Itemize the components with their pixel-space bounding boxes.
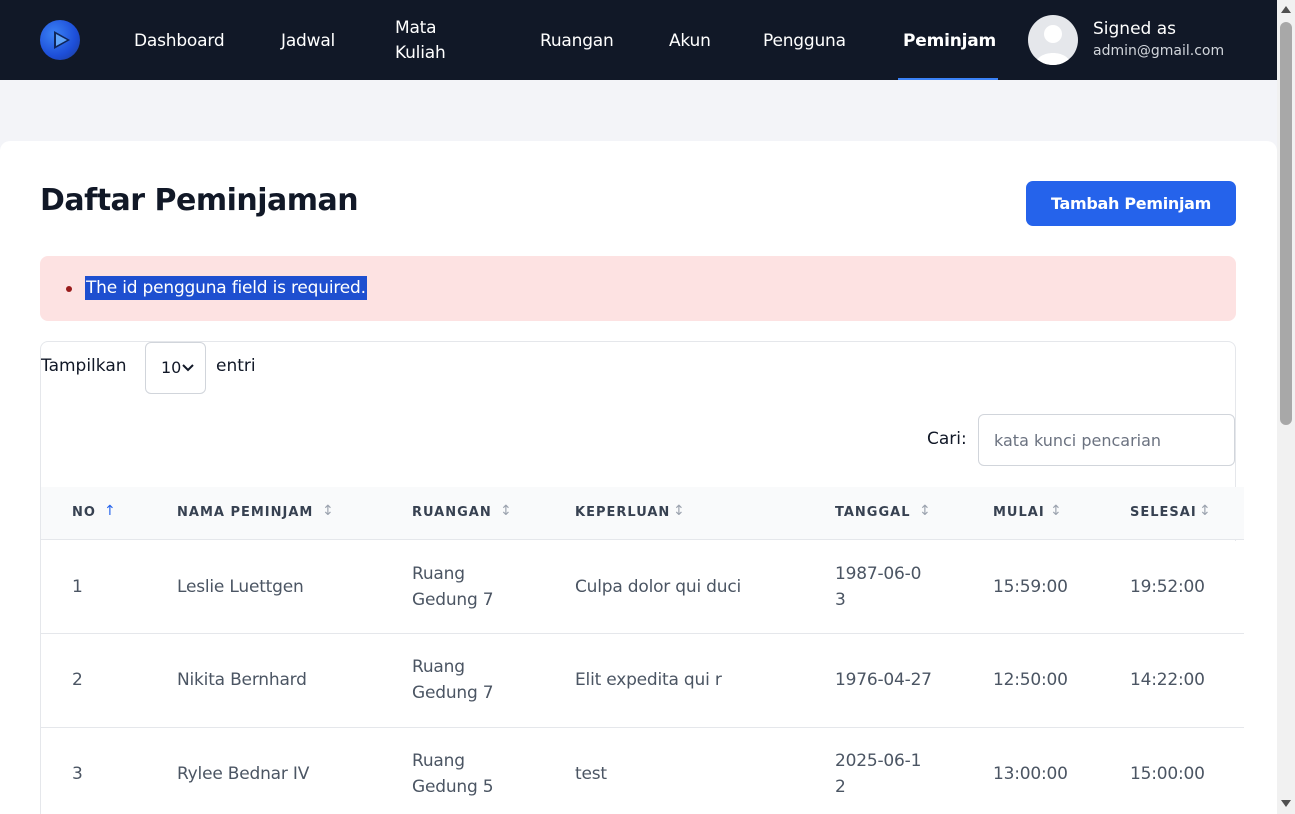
entries-label: entri [216,356,256,376]
cell-no: 3 [72,764,83,784]
signed-in-email: admin@gmail.com [1093,43,1225,59]
column-header-keperluan[interactable]: KEPERLUAN [575,505,670,520]
cell-ruangan: Ruang Gedung 5 [412,751,494,797]
signed-as-label: Signed as [1093,19,1177,39]
nav-link-mata-kuliah[interactable]: Mata Kuliah [395,16,465,66]
cell-tanggal: 2025-06-12 [835,751,922,797]
cell-ruangan: Ruang Gedung 7 [412,657,494,703]
sort-arrows-icon[interactable]: ↕ [322,503,334,519]
cell-mulai: 12:50:00 [993,670,1068,690]
nav-link-jadwal[interactable]: Jadwal [281,29,335,53]
scrollbar-thumb[interactable] [1280,22,1292,425]
page-scrollbar[interactable] [1277,0,1295,814]
sort-arrows-icon[interactable]: ↕ [1199,503,1211,519]
cell-keperluan: Culpa dolor qui duci [575,577,742,597]
alert-message: The id pengguna field is required. [85,276,367,300]
error-alert: The id pengguna field is required. [40,256,1236,321]
nav-link-dashboard[interactable]: Dashboard [134,29,225,53]
cell-nama: Nikita Bernhard [177,670,307,690]
sort-asc-icon[interactable]: ↑ [104,503,116,519]
column-header-tanggal[interactable]: TANGGAL [835,505,911,520]
search-label: Cari: [927,429,967,449]
nav-link-peminjam[interactable]: Peminjam [903,29,996,53]
cell-keperluan: Elit expedita qui r [575,670,722,690]
nav-link-pengguna[interactable]: Pengguna [763,29,846,53]
cell-selesai: 14:22:00 [1130,670,1205,690]
cell-selesai: 15:00:00 [1130,764,1205,784]
search-input[interactable] [978,414,1235,466]
sort-arrows-icon[interactable]: ↕ [673,503,685,519]
page-size-value: 10 [161,358,182,377]
cell-mulai: 15:59:00 [993,577,1068,597]
cell-tanggal: 1976-04-27 [835,670,932,690]
user-avatar-icon[interactable] [1028,15,1078,65]
nav-link-akun[interactable]: Akun [669,29,711,53]
sort-arrows-icon[interactable]: ↕ [500,503,512,519]
cell-selesai: 19:52:00 [1130,577,1205,597]
scroll-up-arrow-icon[interactable] [1281,6,1291,13]
cell-nama: Leslie Luettgen [177,577,304,597]
column-header-ruangan[interactable]: RUANGAN [412,505,492,520]
scroll-down-arrow-icon[interactable] [1281,800,1291,807]
app-logo-icon[interactable] [40,20,80,60]
cell-ruangan: Ruang Gedung 7 [412,564,494,610]
cell-no: 1 [72,577,83,597]
column-header-mulai[interactable]: MULAI [993,505,1045,520]
column-header-no[interactable]: NO [72,505,96,520]
cell-tanggal: 1987-06-03 [835,564,922,610]
nav-link-ruangan[interactable]: Ruangan [540,29,614,53]
cell-mulai: 13:00:00 [993,764,1068,784]
cell-nama: Rylee Bednar IV [177,764,310,784]
page-size-select[interactable]: 10 [145,342,206,394]
cell-keperluan: test [575,764,607,784]
add-peminjam-button[interactable]: Tambah Peminjam [1026,181,1236,226]
cell-no: 2 [72,670,83,690]
column-header-nama[interactable]: NAMA PEMINJAM [177,505,313,520]
page-title: Daftar Peminjaman [40,183,359,218]
sort-arrows-icon[interactable]: ↕ [1050,503,1062,519]
sort-arrows-icon[interactable]: ↕ [919,503,931,519]
show-entries-label: Tampilkan [41,356,127,376]
top-navbar: Dashboard Jadwal Mata Kuliah Ruangan Aku… [0,0,1277,80]
chevron-down-icon [182,364,194,372]
alert-bullet-icon [66,286,72,292]
column-header-selesai[interactable]: SELESAI [1130,505,1197,520]
active-nav-indicator [898,78,998,80]
